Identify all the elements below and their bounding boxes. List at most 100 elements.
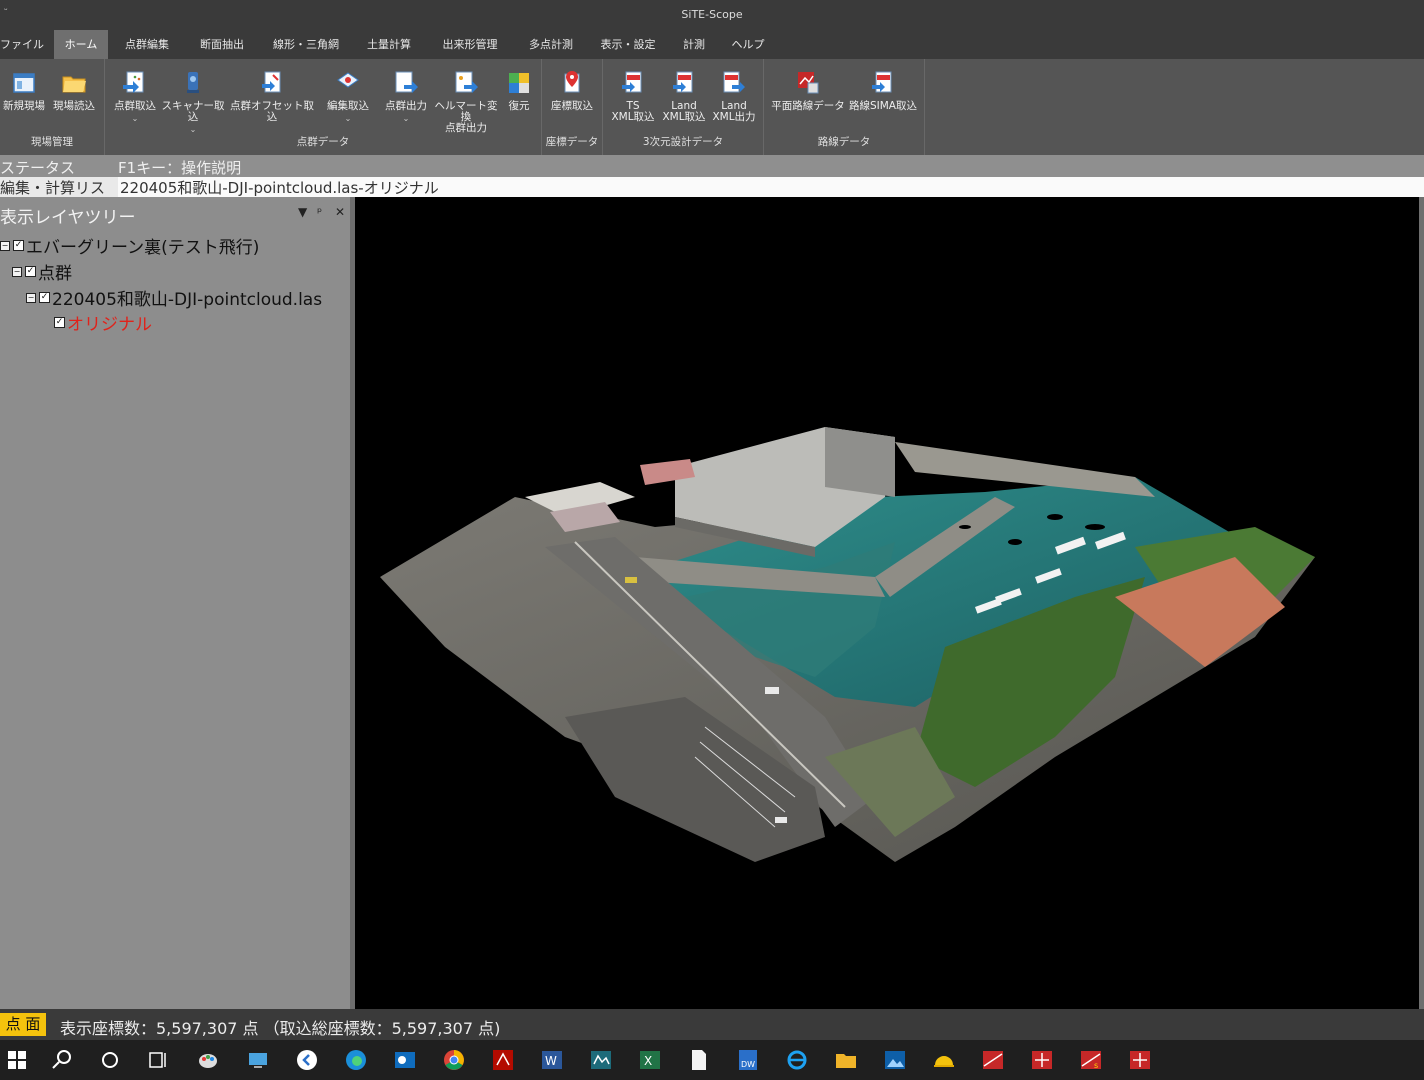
- ribbon-tabs: ファイル ホーム 点群編集 断面抽出 線形・三角網 土量計算 出来形管理 多点計…: [0, 30, 1424, 59]
- file-explorer-icon[interactable]: [834, 1048, 858, 1072]
- edit-import-button[interactable]: 編集取込 ⌄: [321, 69, 375, 124]
- route-sima-import-button[interactable]: 路線SIMA取込: [846, 69, 920, 112]
- outlook-icon[interactable]: [393, 1048, 417, 1072]
- pin-icon[interactable]: ᵖ: [317, 205, 322, 219]
- back-arrow-app-icon[interactable]: [295, 1048, 319, 1072]
- checkbox[interactable]: ✓: [39, 292, 50, 303]
- group-label: 座標データ: [545, 136, 599, 148]
- bottom-status-bar: 点 面 表示座標数：5,597,307 点 （取込総座標数：5,597,307 …: [0, 1009, 1424, 1040]
- tab-measure[interactable]: 計測: [676, 30, 712, 59]
- task-view-icon[interactable]: [146, 1048, 170, 1072]
- group-coordinate-data: 座標取込 座標データ: [542, 59, 603, 155]
- site-scope-icon[interactable]: [1128, 1048, 1152, 1072]
- tree-item-las-file[interactable]: − ✓ 220405和歌山-DJI-pointcloud.las: [26, 285, 322, 310]
- landxml-import-button[interactable]: Land XML取込: [659, 69, 709, 123]
- tree-item-pointcloud-group[interactable]: − ✓ 点群: [12, 259, 72, 284]
- tab-earthwork[interactable]: 土量計算: [360, 30, 418, 59]
- edge-icon[interactable]: [344, 1048, 368, 1072]
- group-pointcloud-data: 点群取込 ⌄ スキャナー取込 ⌄ 点群オフセット取込 編集取込 ⌄ 点群出力 ⌄…: [105, 59, 542, 155]
- pointcloud-viewport[interactable]: [355, 197, 1419, 1009]
- landxml-import-icon: [673, 71, 693, 93]
- ts-xml-import-button[interactable]: TS XML取込: [607, 69, 659, 123]
- checkbox[interactable]: ✓: [25, 266, 36, 277]
- scanner-import-button[interactable]: スキャナー取込 ⌄: [161, 69, 225, 135]
- photos-icon[interactable]: [883, 1048, 907, 1072]
- coordinate-import-icon: [564, 71, 580, 93]
- pointcloud-render: [380, 427, 1315, 862]
- cortana-icon[interactable]: [98, 1048, 122, 1072]
- viewport-border: [1419, 197, 1424, 1009]
- chevron-down-icon: ⌄: [131, 114, 139, 123]
- edit-list-row: 編集・計算リス 220405和歌山-DJI-pointcloud.las-オリジ…: [0, 177, 1424, 197]
- collapse-icon[interactable]: −: [12, 266, 22, 277]
- restore-button[interactable]: 復元: [501, 69, 537, 112]
- windows-start-icon[interactable]: [5, 1048, 29, 1072]
- offset-import-button[interactable]: 点群オフセット取込: [227, 69, 317, 123]
- tab-help[interactable]: ヘルプ: [728, 30, 768, 59]
- site-app-1-icon[interactable]: [981, 1048, 1005, 1072]
- plan-route-data-button[interactable]: 平面路線データ: [768, 69, 848, 112]
- tab-section[interactable]: 断面抽出: [193, 30, 251, 59]
- collapse-icon[interactable]: −: [0, 240, 10, 251]
- landxml-export-button[interactable]: Land XML出力: [709, 69, 759, 123]
- panel-header: 表示レイヤツリー ▼ ᵖ ✕: [0, 197, 350, 229]
- tab-display-settings[interactable]: 表示・設定: [597, 30, 659, 59]
- helmet-icon[interactable]: [932, 1048, 956, 1072]
- document-icon[interactable]: [687, 1048, 711, 1072]
- edit-list-select[interactable]: 220405和歌山-DJI-pointcloud.las-オリジナル: [118, 177, 1424, 197]
- svg-text:W: W: [545, 1054, 557, 1068]
- tree-item-original[interactable]: ✓ オリジナル: [54, 310, 152, 335]
- tab-home[interactable]: ホーム: [54, 30, 108, 59]
- collapse-icon[interactable]: −: [26, 292, 36, 303]
- checkbox[interactable]: ✓: [13, 240, 24, 251]
- pointcloud-import-button[interactable]: 点群取込 ⌄: [109, 69, 161, 124]
- tab-pointcloud-edit[interactable]: 点群編集: [118, 30, 176, 59]
- new-site-icon: [13, 73, 35, 93]
- offset-import-icon: [262, 71, 281, 93]
- tab-alignment[interactable]: 線形・三角網: [268, 30, 344, 59]
- site-app-3-icon[interactable]: s: [1079, 1048, 1103, 1072]
- status-row: ステータス F1キー：操作説明: [0, 155, 1424, 177]
- coordinate-import-button[interactable]: 座標取込: [546, 69, 598, 112]
- layer-tree-panel: 表示レイヤツリー ▼ ᵖ ✕ − ✓ エバーグリーン裏(テスト飛行) − ✓ 点群 − ✓…: [0, 197, 350, 1009]
- acrobat-icon[interactable]: [491, 1048, 515, 1072]
- group-label: 路線データ: [817, 136, 871, 148]
- open-site-button[interactable]: 現場読込: [50, 69, 98, 112]
- tab-multipoint[interactable]: 多点計測: [520, 30, 582, 59]
- group-label: 3次元設計データ: [642, 136, 724, 148]
- plan-route-data-icon: [798, 72, 819, 94]
- app-title: SiTE-Scope: [681, 8, 743, 21]
- landxml-export-icon: [723, 71, 745, 93]
- internet-explorer-icon[interactable]: [785, 1048, 809, 1072]
- checkbox[interactable]: ✓: [54, 317, 65, 328]
- ribbon: 新規現場 現場読込 現場管理 点群取込 ⌄ スキャナー取込 ⌄ 点群オフセット取…: [0, 59, 1424, 155]
- title-bar: ᵕ SiTE-Scope: [0, 0, 1424, 30]
- paint-icon[interactable]: [196, 1048, 220, 1072]
- remote-icon[interactable]: [246, 1048, 270, 1072]
- app-icon[interactable]: [589, 1048, 613, 1072]
- panel-dropdown-icon[interactable]: ▼: [298, 205, 307, 219]
- svg-text:X: X: [644, 1054, 652, 1068]
- chrome-icon[interactable]: [442, 1048, 466, 1072]
- mode-badge[interactable]: 点 面: [0, 1013, 46, 1036]
- group-site-management: 新規現場 現場読込 現場管理: [0, 59, 105, 155]
- tree-item-project[interactable]: − ✓ エバーグリーン裏(テスト飛行): [0, 233, 259, 258]
- close-icon[interactable]: ✕: [335, 205, 345, 219]
- helmert-export-button[interactable]: ヘルマート変換 点群出力: [431, 69, 501, 134]
- helmert-export-icon: [455, 71, 478, 93]
- route-sima-import-icon: [872, 71, 892, 93]
- tab-finished-form[interactable]: 出来形管理: [435, 30, 505, 59]
- site-app-2-icon[interactable]: [1030, 1048, 1054, 1072]
- new-site-button[interactable]: 新規現場: [0, 69, 48, 112]
- word-icon[interactable]: W: [540, 1048, 564, 1072]
- windows-taskbar: W X DW s: [0, 1040, 1424, 1080]
- group-3d-design-data: TS XML取込 Land XML取込 Land XML出力 3次元設計データ: [603, 59, 764, 155]
- tab-file[interactable]: ファイル: [0, 30, 44, 59]
- docuworks-icon[interactable]: DW: [736, 1048, 760, 1072]
- panel-title: 表示レイヤツリー: [0, 208, 136, 228]
- search-icon[interactable]: [50, 1048, 74, 1072]
- edit-list-label: 編集・計算リス: [0, 179, 106, 197]
- excel-icon[interactable]: X: [638, 1048, 662, 1072]
- pointcloud-export-button[interactable]: 点群出力 ⌄: [381, 69, 431, 124]
- status-hint: F1キー：操作説明: [118, 159, 242, 177]
